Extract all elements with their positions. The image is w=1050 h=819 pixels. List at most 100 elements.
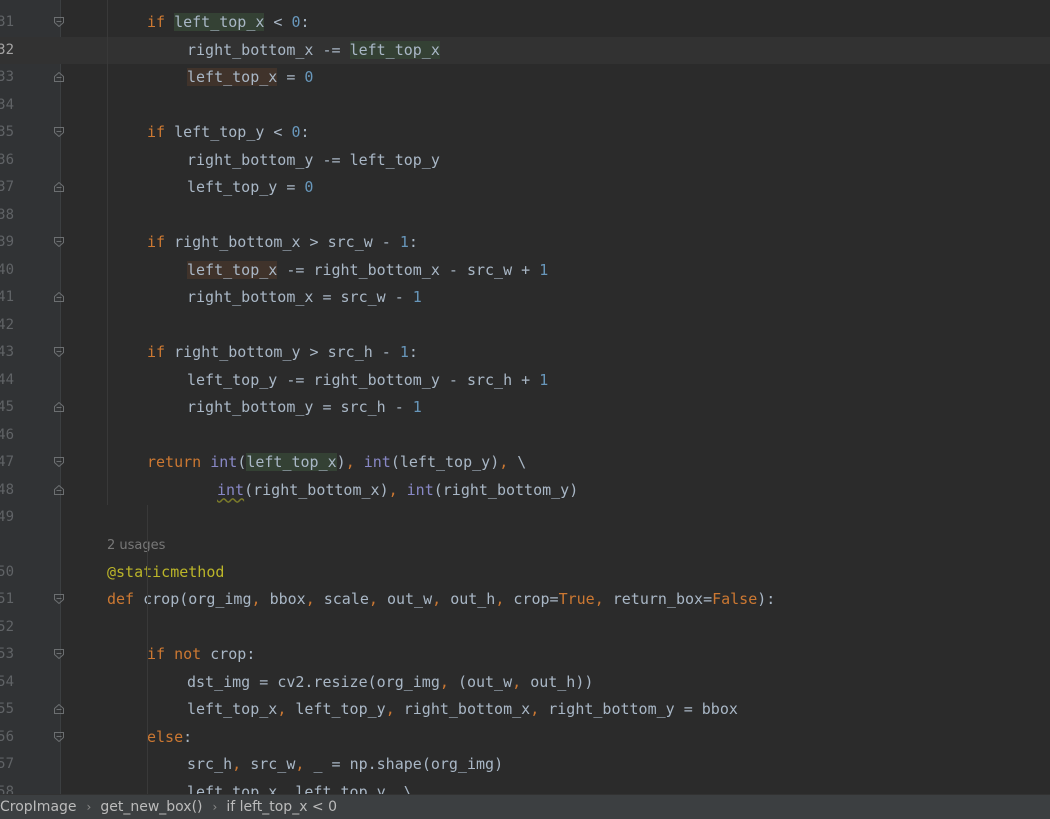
line-number[interactable]: 52 — [0, 614, 14, 642]
line-number[interactable]: 42 — [0, 312, 14, 340]
code-token: ): — [757, 590, 776, 608]
usages-hint[interactable]: 2 usages — [107, 532, 165, 560]
code-text: else: — [147, 724, 192, 752]
code-token: right_bottom_y — [187, 150, 314, 169]
code-token: return — [147, 453, 211, 471]
code-line[interactable]: 41 right_bottom_x = src_w - 1 — [0, 284, 1050, 312]
line-number[interactable]: 43 — [0, 339, 14, 367]
code-token: src_w — [340, 288, 386, 306]
line-number[interactable]: 50 — [0, 559, 14, 587]
code-token: left_top_y — [187, 178, 278, 196]
fold-close-icon[interactable] — [54, 402, 64, 412]
line-number[interactable]: 51 — [0, 586, 14, 614]
breadcrumb-item[interactable]: get_new_box() — [100, 799, 202, 815]
code-line[interactable]: 40 left_top_x -= right_bottom_x - src_w +… — [0, 257, 1050, 285]
line-number[interactable]: 49 — [0, 504, 14, 532]
code-text: right_bottom_y -= left_top_y — [187, 147, 440, 175]
code-token: left_top_x — [187, 68, 278, 86]
code-line[interactable]: 52 — [0, 614, 1050, 642]
code-token: if — [147, 343, 175, 361]
line-number[interactable]: 36 — [0, 147, 14, 175]
code-line[interactable]: 42 — [0, 312, 1050, 340]
code-line[interactable]: 48 int(right_bottom_x), int(right_bottom_… — [0, 477, 1050, 505]
breadcrumb-item[interactable]: CropImage — [0, 799, 77, 815]
line-number[interactable]: 47 — [0, 449, 14, 477]
code-token: dst_img — [187, 672, 251, 691]
line-number[interactable]: 33 — [0, 64, 14, 92]
code-line[interactable]: 36 right_bottom_y -= left_top_y — [0, 147, 1050, 175]
code-token: org_img — [376, 672, 440, 691]
code-line[interactable]: 55 left_top_x, left_top_y, right_bottom_x… — [0, 696, 1050, 724]
code-text: if left_top_y < 0: — [147, 119, 310, 147]
code-token: , — [277, 700, 296, 718]
line-number[interactable]: 34 — [0, 92, 14, 120]
line-number[interactable]: 41 — [0, 284, 14, 312]
code-token: out_w — [466, 672, 513, 691]
code-token: , — [295, 755, 314, 773]
fold-open-icon[interactable] — [54, 457, 64, 467]
line-number[interactable]: 54 — [0, 669, 14, 697]
line-number[interactable]: 39 — [0, 229, 14, 257]
code-line[interactable]: 39 if right_bottom_x > src_w - 1: — [0, 229, 1050, 257]
line-number[interactable]: 32 — [0, 37, 14, 65]
code-line[interactable]: 47 return int(left_top_x), int(left_top_y… — [0, 449, 1050, 477]
fold-open-icon[interactable] — [54, 649, 64, 659]
code-line[interactable]: 49 — [0, 504, 1050, 532]
line-number[interactable]: 48 — [0, 477, 14, 505]
line-number[interactable]: 40 — [0, 257, 14, 285]
code-line[interactable]: 51 def crop(org_img, bbox, scale, out_w, … — [0, 586, 1050, 614]
fold-close-icon[interactable] — [54, 72, 64, 82]
code-line[interactable]: 37 left_top_y = 0 — [0, 174, 1050, 202]
code-line[interactable]: 31 if left_top_x < 0: — [0, 9, 1050, 37]
code-line[interactable]: 32 right_bottom_x -= left_top_x — [0, 36, 1050, 65]
code-token: - — [439, 260, 467, 279]
code-token: -= — [313, 40, 350, 59]
line-number[interactable]: 53 — [0, 641, 14, 669]
line-number[interactable]: 44 — [0, 367, 14, 395]
code-line[interactable]: 46 — [0, 422, 1050, 450]
line-number[interactable]: 46 — [0, 422, 14, 450]
line-number[interactable]: 56 — [0, 724, 14, 752]
code-editor[interactable]: 31 if left_top_x < 0: 32 right_bottom_x -= … — [0, 0, 1050, 801]
line-number[interactable]: 38 — [0, 202, 14, 230]
line-number[interactable]: 35 — [0, 119, 14, 147]
line-number[interactable]: 57 — [0, 751, 14, 779]
fold-open-icon[interactable] — [54, 594, 64, 604]
line-number[interactable]: 45 — [0, 394, 14, 422]
code-line[interactable]: 44 left_top_y -= right_bottom_y - src_h +… — [0, 367, 1050, 395]
fold-close-icon[interactable] — [54, 292, 64, 302]
code-line[interactable]: 54 dst_img = cv2.resize(org_img, (out_w, … — [0, 669, 1050, 697]
code-line[interactable]: 50 @staticmethod — [0, 559, 1050, 587]
code-line[interactable]: 53 if not crop: — [0, 641, 1050, 669]
fold-open-icon[interactable] — [54, 237, 64, 247]
code-line[interactable]: 57 src_h, src_w, _ = np.shape(org_img) — [0, 751, 1050, 779]
breadcrumb-item[interactable]: if left_top_x < 0 — [226, 799, 337, 815]
code-line[interactable]: 38 — [0, 202, 1050, 230]
fold-open-icon[interactable] — [54, 17, 64, 27]
code-token: right_bottom_x — [403, 700, 531, 718]
code-text: if not crop: — [147, 641, 255, 669]
code-line[interactable]: 43 if right_bottom_y > src_h - 1: — [0, 339, 1050, 367]
code-line[interactable]: 33 left_top_x = 0 — [0, 64, 1050, 92]
line-number[interactable]: 31 — [0, 9, 14, 37]
code-line[interactable]: 56 else: — [0, 724, 1050, 752]
fold-close-icon[interactable] — [54, 704, 64, 714]
code-token: )) — [575, 672, 594, 691]
code-token: , — [345, 453, 364, 471]
fold-close-icon[interactable] — [54, 484, 64, 495]
fold-close-icon[interactable] — [54, 182, 64, 192]
code-token: = — [277, 68, 305, 86]
code-token: \ — [517, 453, 527, 471]
code-line[interactable]: 34 — [0, 92, 1050, 120]
code-line[interactable]: 45 right_bottom_y = src_h - 1 — [0, 394, 1050, 422]
line-number[interactable]: 55 — [0, 696, 14, 724]
code-token: left_top_y — [187, 370, 278, 389]
fold-open-icon[interactable] — [54, 127, 64, 137]
code-line[interactable]: 35 if left_top_y < 0: — [0, 119, 1050, 147]
line-number[interactable]: 37 — [0, 174, 14, 202]
code-token: 1 — [539, 260, 549, 279]
breadcrumb-separator-icon: › — [86, 800, 92, 814]
fold-open-icon[interactable] — [54, 347, 64, 357]
code-text: left_top_y = 0 — [187, 174, 313, 202]
fold-open-icon[interactable] — [54, 731, 64, 742]
